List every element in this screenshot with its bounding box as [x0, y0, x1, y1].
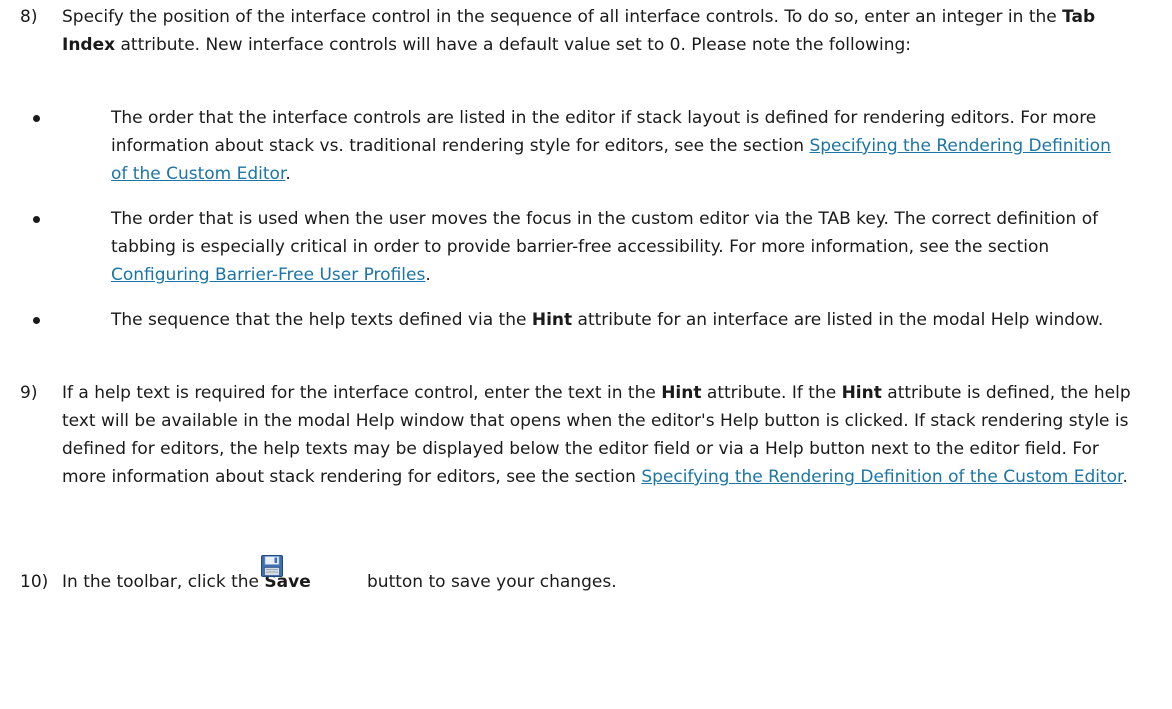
list-item-text: The sequence that the help texts defined… — [111, 310, 1104, 330]
list-item: The order that the interface controls ar… — [28, 104, 1128, 188]
step-number: 10) — [20, 572, 49, 592]
floppy-disk-icon — [261, 555, 283, 577]
list-item-text: The order that is used when the user mov… — [111, 209, 1099, 285]
rendering-definition-link[interactable]: Specifying the Rendering Definition of t… — [641, 467, 1122, 487]
barrier-free-profiles-link[interactable]: Configuring Barrier-Free User Profiles — [111, 265, 425, 285]
step-text: Specify the position of the interface co… — [62, 7, 1096, 55]
bullet-icon — [33, 317, 40, 324]
list-item: The order that is used when the user mov… — [28, 205, 1128, 289]
bullet-icon — [33, 115, 40, 122]
list-item-text: The order that the interface controls ar… — [111, 108, 1111, 184]
step-10: 10) In the toolbar, click the Save butto… — [20, 568, 1140, 598]
step-text: If a help text is required for the inter… — [62, 383, 1131, 487]
step-number: 8) — [20, 7, 38, 27]
step-9: 9) If a help text is required for the in… — [20, 379, 1140, 519]
document: 8) Specify the position of the interface… — [0, 0, 1172, 709]
step-text-tail: button to save your changes. — [367, 572, 617, 592]
step-number: 9) — [20, 383, 38, 403]
bullet-icon — [33, 216, 40, 223]
step-8: 8) Specify the position of the interface… — [20, 3, 1140, 87]
list-item: The sequence that the help texts defined… — [28, 306, 1128, 362]
hint-term: Hint — [531, 310, 573, 330]
hint-term: Hint — [841, 383, 882, 403]
hint-term: Hint — [661, 383, 702, 403]
